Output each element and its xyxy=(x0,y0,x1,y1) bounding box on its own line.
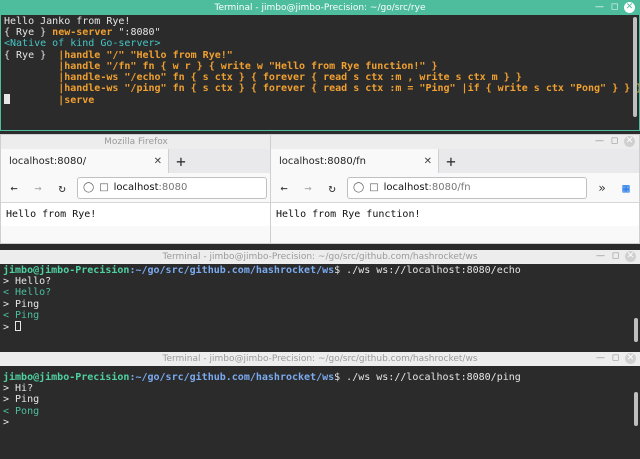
url-bar[interactable]: ◯ □ localhost:8080 xyxy=(77,176,267,199)
prompt-user: jimbo@jimbo-Precision xyxy=(3,372,130,383)
reload-icon[interactable]: ↻ xyxy=(53,179,71,197)
code-line: |handle "/" "Hello from Rye!" xyxy=(58,49,233,61)
terminal-ping-titlebar[interactable]: Terminal - jimbo@jimbo-Precision: ~/go/s… xyxy=(0,352,640,366)
output-line: > Ping xyxy=(3,394,40,406)
output-line: > xyxy=(3,416,10,428)
maximize-icon[interactable]: ◻ xyxy=(609,136,620,147)
close-icon[interactable]: ✕ xyxy=(625,353,636,364)
window-title: Terminal - jimbo@jimbo-Precision: ~/go/s… xyxy=(162,354,478,364)
output-line: Hello Janko from Rye! xyxy=(4,16,131,27)
page-text: Hello from Rye function! xyxy=(276,209,421,220)
firefox-window-root[interactable]: Mozilla Firefox localhost:8080/ ✕ + ← → … xyxy=(0,134,272,244)
page-content: Hello from Rye function! xyxy=(271,203,639,226)
tab-label: localhost:8080/fn xyxy=(279,155,366,167)
command: $ ./ws ws://localhost:8080/ping xyxy=(334,372,521,383)
url-bar[interactable]: ◯ □ localhost:8080/fn xyxy=(347,176,587,199)
url-host: localhost xyxy=(383,182,429,193)
nav-toolbar: ← → ↻ ◯ □ localhost:8080 xyxy=(1,173,271,203)
terminal-rye-output[interactable]: Hello Janko from Rye! { Rye } new-server… xyxy=(1,15,640,130)
code-line: |handle-ws "/ping" fn { s ctx } { foreve… xyxy=(58,83,640,95)
output-line: > Hi? xyxy=(3,383,34,395)
output-line: > Ping xyxy=(3,298,40,310)
scrollbar[interactable] xyxy=(634,392,638,426)
new-tab-icon[interactable]: + xyxy=(439,149,463,173)
minimize-icon[interactable]: — xyxy=(594,136,605,147)
page-content: Hello from Rye! xyxy=(1,203,271,226)
page-icon: □ xyxy=(99,182,109,193)
terminal-echo-window[interactable]: Terminal - jimbo@jimbo-Precision: ~/go/s… xyxy=(0,250,640,348)
url-path: :8080/fn xyxy=(428,182,471,193)
command: $ ./ws ws://localhost:8080/echo xyxy=(334,265,521,276)
shield-icon[interactable]: ◯ xyxy=(353,182,364,193)
tab-localhost-fn[interactable]: localhost:8080/fn ✕ xyxy=(271,149,439,173)
code-line: |serve xyxy=(58,95,95,107)
nav-toolbar: ← → ↻ ◯ □ localhost:8080/fn » ▦ xyxy=(271,173,639,203)
firefox-window-fn[interactable]: — ◻ ✕ localhost:8080/fn ✕ + ← → ↻ ◯ □ lo… xyxy=(270,134,640,244)
argument: ":8080" xyxy=(112,27,161,39)
url-path: :8080 xyxy=(158,182,188,193)
shield-icon[interactable]: ◯ xyxy=(83,182,94,193)
output-line: < Ping xyxy=(3,309,40,321)
scrollbar[interactable] xyxy=(634,318,638,342)
tab-strip: localhost:8080/ ✕ + xyxy=(1,149,271,173)
close-icon[interactable]: ✕ xyxy=(625,251,636,262)
window-title: Terminal - jimbo@jimbo-Precision: ~/go/s… xyxy=(162,252,478,262)
tab-strip: localhost:8080/fn ✕ + xyxy=(271,149,639,173)
output-line: > xyxy=(3,322,10,334)
terminal-cursor xyxy=(15,321,22,332)
close-icon[interactable]: ✕ xyxy=(624,2,635,13)
terminal-ping-window[interactable]: Terminal - jimbo@jimbo-Precision: ~/go/s… xyxy=(0,352,640,459)
terminal-echo-output[interactable]: jimbo@jimbo-Precision:~/go/src/github.co… xyxy=(0,264,640,335)
forward-icon[interactable]: → xyxy=(299,179,317,197)
window-title: Mozilla Firefox xyxy=(104,137,168,147)
close-icon[interactable]: ✕ xyxy=(624,136,635,147)
reload-icon[interactable]: ↻ xyxy=(323,179,341,197)
page-icon: □ xyxy=(369,182,379,193)
maximize-icon[interactable]: ◻ xyxy=(610,251,621,262)
minimize-icon[interactable]: — xyxy=(594,2,605,13)
prompt: { Rye } xyxy=(4,27,53,39)
extensions-icon[interactable]: ▦ xyxy=(617,179,635,197)
prompt-path: :~/go/src/github.com/hashrocket/ws xyxy=(129,265,335,276)
output-line: > Hello? xyxy=(3,276,52,288)
prompt-path: :~/go/src/github.com/hashrocket/ws xyxy=(129,372,335,383)
terminal-rye-window[interactable]: Terminal - jimbo@jimbo-Precision: ~/go/s… xyxy=(0,0,640,131)
terminal-echo-titlebar[interactable]: Terminal - jimbo@jimbo-Precision: ~/go/s… xyxy=(0,250,640,264)
page-text: Hello from Rye! xyxy=(6,209,97,220)
close-tab-icon[interactable]: ✕ xyxy=(424,156,432,167)
code-line: |handle-ws "/echo" fn { s ctx } { foreve… xyxy=(58,72,522,84)
terminal-ping-output[interactable]: jimbo@jimbo-Precision:~/go/src/github.co… xyxy=(0,366,640,430)
firefox-titlebar[interactable]: Mozilla Firefox xyxy=(1,135,271,149)
prompt: { Rye } xyxy=(4,49,59,61)
tab-label: localhost:8080/ xyxy=(9,155,87,167)
forward-icon[interactable]: → xyxy=(29,179,47,197)
output-line: < Pong xyxy=(3,405,40,417)
output-line: < Hello? xyxy=(3,287,52,299)
window-title: Terminal - jimbo@jimbo-Precision: ~/go/s… xyxy=(214,3,426,13)
tab-localhost-root[interactable]: localhost:8080/ ✕ xyxy=(1,149,169,173)
keyword: new-server xyxy=(52,27,113,39)
url-host: localhost xyxy=(113,182,159,193)
maximize-icon[interactable]: ◻ xyxy=(609,2,620,13)
minimize-icon[interactable]: — xyxy=(595,353,606,364)
back-icon[interactable]: ← xyxy=(5,179,23,197)
prompt-user: jimbo@jimbo-Precision xyxy=(3,265,130,276)
scrollbar[interactable] xyxy=(633,17,637,117)
back-icon[interactable]: ← xyxy=(275,179,293,197)
firefox-titlebar[interactable]: — ◻ ✕ xyxy=(271,135,639,149)
terminal-rye-titlebar[interactable]: Terminal - jimbo@jimbo-Precision: ~/go/s… xyxy=(1,1,639,15)
maximize-icon[interactable]: ◻ xyxy=(610,353,621,364)
minimize-icon[interactable]: — xyxy=(595,251,606,262)
overflow-menu-icon[interactable]: » xyxy=(593,179,611,197)
output-line: <Native of kind Go-server> xyxy=(4,38,161,50)
code-line: |handle "/fn" fn { w r } { write w "Hell… xyxy=(58,60,438,72)
close-tab-icon[interactable]: ✕ xyxy=(154,156,162,167)
new-tab-icon[interactable]: + xyxy=(169,149,193,173)
